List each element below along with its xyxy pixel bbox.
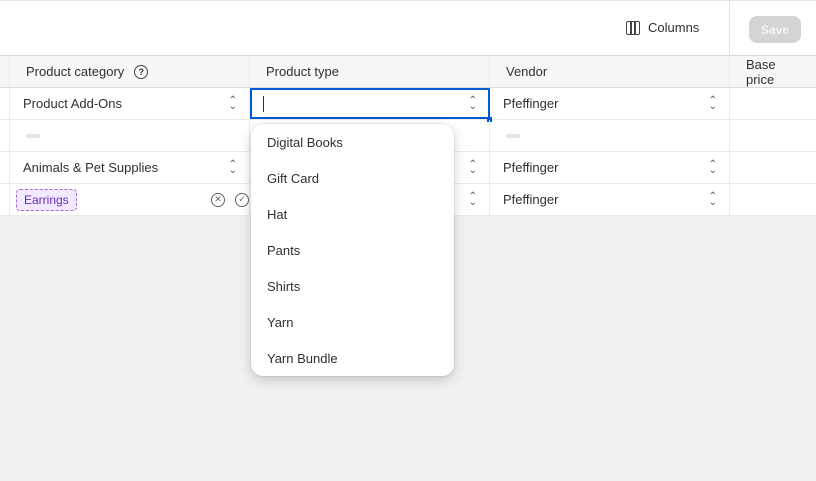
row-gutter: [0, 152, 10, 183]
vendor-cell[interactable]: Pfeffinger ⌃ ⌄: [490, 152, 730, 183]
cell-value: Pfeffinger: [503, 192, 559, 207]
column-label: Base price: [746, 56, 776, 87]
base-price-cell[interactable]: [730, 88, 816, 119]
text-caret: [263, 95, 264, 112]
vendor-cell[interactable]: Pfeffinger ⌃ ⌄: [490, 184, 730, 215]
category-cell[interactable]: Animals & Pet Supplies ⌃ ⌄: [10, 152, 250, 183]
header-row: Product category? Product type Vendor Ba…: [0, 56, 816, 88]
product-type-dropdown: Digital Books Gift Card Hat Pants Shirts…: [251, 124, 454, 376]
product-type-input[interactable]: ⌃ ⌄: [250, 88, 492, 122]
row-gutter: [0, 120, 10, 151]
chevron-updown-icon: ⌃ ⌄: [468, 190, 477, 208]
vendor-cell[interactable]: Pfeffinger ⌃ ⌄: [490, 88, 730, 119]
dropdown-option[interactable]: Digital Books: [251, 124, 454, 160]
column-label: Product category: [26, 64, 125, 79]
cell-value: Pfeffinger: [503, 96, 559, 111]
base-price-cell[interactable]: [730, 120, 816, 151]
chevron-updown-icon: ⌃ ⌄: [468, 158, 477, 176]
column-header-vendor[interactable]: Vendor: [490, 56, 730, 87]
empty-placeholder: [506, 133, 520, 138]
column-label: Product type: [266, 64, 339, 79]
row-gutter: [0, 88, 10, 119]
cell-value: Product Add-Ons: [23, 96, 122, 111]
row-gutter: [0, 184, 10, 215]
cell-value: Pfeffinger: [503, 160, 559, 175]
dropdown-option[interactable]: Hat: [251, 196, 454, 232]
category-cell[interactable]: [10, 120, 250, 151]
save-button[interactable]: Save: [749, 16, 801, 43]
chevron-updown-icon: ⌃ ⌄: [468, 94, 477, 112]
cell-value: Animals & Pet Supplies: [23, 160, 159, 175]
column-header-type[interactable]: Product type: [250, 56, 490, 87]
row-gutter: [0, 56, 10, 87]
chevron-updown-icon: ⌃ ⌄: [228, 158, 237, 176]
clear-icon[interactable]: ✕: [211, 192, 225, 207]
base-price-cell[interactable]: [730, 152, 816, 183]
columns-button[interactable]: Columns: [626, 20, 699, 35]
category-cell[interactable]: Earrings ✕ ✓: [10, 184, 250, 215]
confirm-icon[interactable]: ✓: [235, 192, 249, 207]
columns-label: Columns: [648, 20, 700, 35]
toolbar: Columns Save: [0, 0, 816, 57]
columns-icon: [626, 20, 640, 35]
column-label: Vendor: [506, 64, 548, 79]
help-icon[interactable]: ?: [134, 64, 149, 79]
dropdown-option[interactable]: Yarn Bundle: [251, 340, 454, 376]
category-tag: Earrings: [16, 188, 77, 211]
chevron-updown-icon: ⌃ ⌄: [228, 94, 237, 112]
base-price-cell[interactable]: [730, 184, 816, 215]
column-header-category[interactable]: Product category?: [10, 56, 250, 87]
dropdown-option[interactable]: Pants: [251, 232, 454, 268]
dropdown-option[interactable]: Gift Card: [251, 160, 454, 196]
chevron-updown-icon: ⌃ ⌄: [708, 94, 717, 112]
vendor-cell[interactable]: [490, 120, 730, 151]
divider: [729, 1, 730, 57]
column-header-base-price[interactable]: Base price: [730, 56, 816, 87]
category-cell[interactable]: Product Add-Ons ⌃ ⌄: [10, 88, 250, 119]
chevron-updown-icon: ⌃ ⌄: [708, 190, 717, 208]
dropdown-option[interactable]: Yarn: [251, 304, 454, 340]
empty-placeholder: [26, 133, 40, 138]
chevron-updown-icon: ⌃ ⌄: [708, 158, 717, 176]
table-row: Product Add-Ons ⌃ ⌄ ⌃ ⌄ Pfeffinger ⌃ ⌄: [0, 88, 816, 122]
dropdown-option[interactable]: Shirts: [251, 268, 454, 304]
